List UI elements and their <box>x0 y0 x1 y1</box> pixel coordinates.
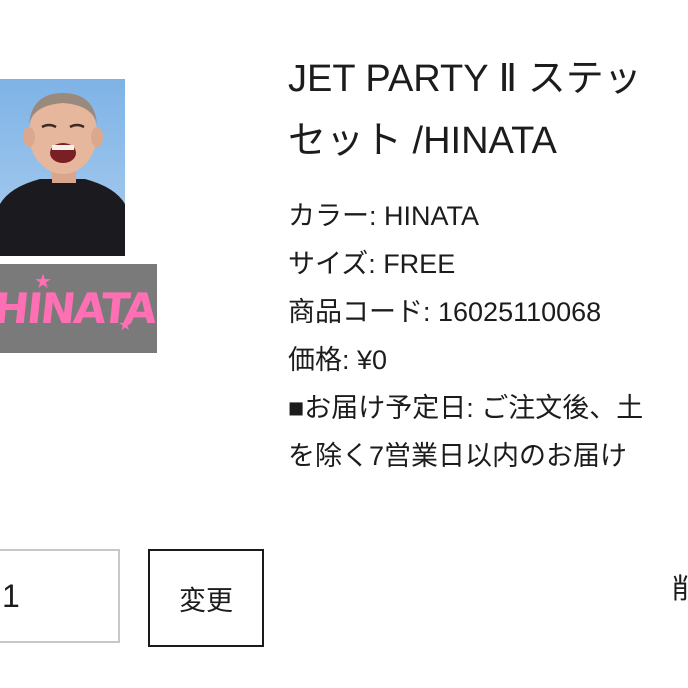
delivery-info: ■お届け予定日: ご注文後、土 <box>288 393 644 423</box>
price-value: 価格: ¥0 <box>288 345 388 375</box>
name-tag-sticker: ★ ★ HINATA <box>0 264 157 353</box>
change-button[interactable]: 変更 <box>148 549 264 647</box>
color-value: カラー: HINATA <box>288 201 480 231</box>
delete-button[interactable]: 削 <box>672 567 688 607</box>
name-tag-text: HINATA <box>0 284 157 333</box>
product-title-line: JET PARTY Ⅱ ステッ <box>288 58 642 100</box>
person-photo <box>0 93 125 256</box>
quantity-input[interactable] <box>0 549 120 643</box>
product-code: 商品コード: 16025110068 <box>288 297 602 327</box>
product-details: カラー: HINATA サイズ: FREE 商品コード: 16025110068… <box>288 192 688 480</box>
product-title: JET PARTY Ⅱ ステッ セット /HINATA <box>288 48 688 172</box>
product-photo <box>0 79 125 256</box>
size-value: サイズ: FREE <box>288 249 456 279</box>
product-title-line: セット /HINATA <box>288 120 557 162</box>
delivery-info: を除く7営業日以内のお届け <box>288 441 628 471</box>
